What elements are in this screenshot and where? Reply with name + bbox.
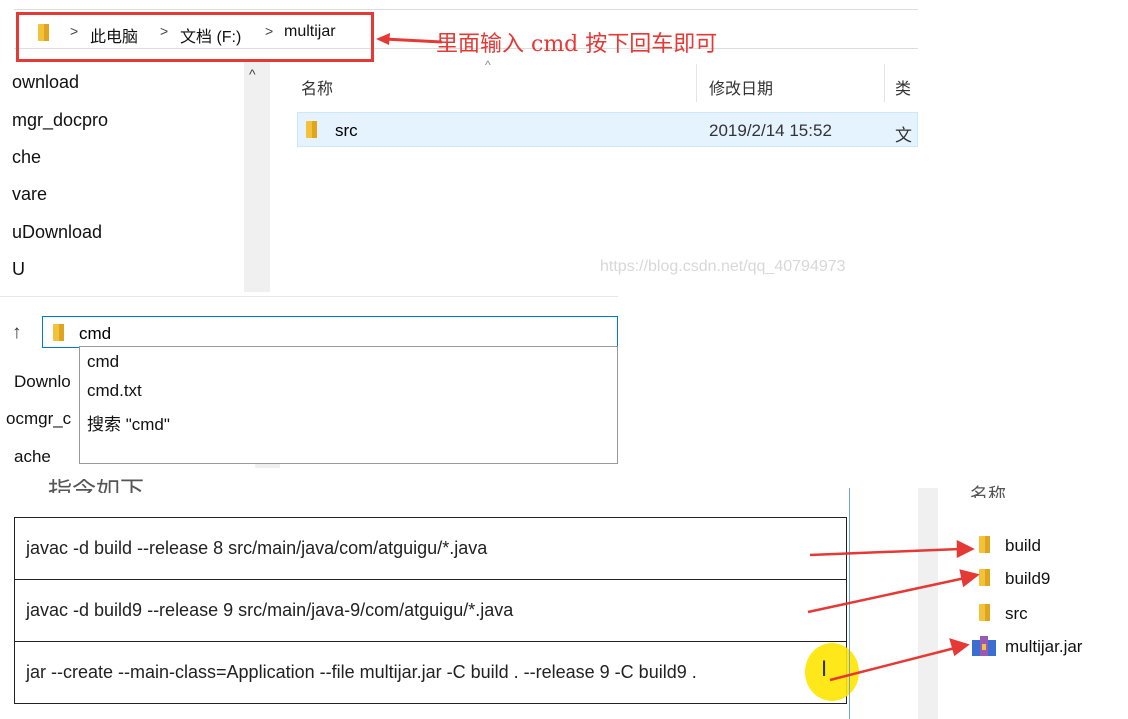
result-item-src[interactable]: src (1005, 604, 1028, 624)
result-item-build[interactable]: build (1005, 536, 1041, 556)
nav-item[interactable]: ache (14, 447, 51, 467)
column-divider (696, 64, 697, 102)
nav-item[interactable]: ocmgr_c (6, 409, 71, 429)
nav-item[interactable]: uDownload (12, 222, 102, 243)
command-line: jar --create --main-class=Application --… (26, 662, 697, 682)
folder-icon (53, 324, 64, 341)
result-item-multijar[interactable]: multijar.jar (1005, 637, 1082, 657)
column-divider (884, 64, 885, 102)
folder-icon (979, 536, 990, 553)
result-arrows (807, 539, 980, 682)
suggestion-item[interactable]: cmd.txt (87, 381, 142, 401)
suggestion-item[interactable]: 搜索 "cmd" (87, 410, 170, 435)
folder-icon (306, 121, 317, 138)
nav-item[interactable]: Downlo (14, 372, 71, 392)
result-column-header[interactable]: 名称 (970, 484, 1006, 498)
nav-item[interactable]: U (12, 259, 25, 280)
nav-item[interactable]: mgr_docpro (12, 110, 108, 131)
sort-up-icon: ^ (485, 58, 491, 72)
annotation-text: 里面输入 cmd 按下回车即可 (436, 32, 718, 57)
nav-item[interactable]: ownload (12, 72, 79, 93)
column-header-modified[interactable]: 修改日期 (709, 75, 773, 99)
command-line: javac -d build9 --release 9 src/main/jav… (26, 600, 514, 620)
column-header-type[interactable]: 类 (895, 75, 911, 99)
nav-pane (0, 62, 270, 292)
watermark: https://blog.csdn.net/qq_40794973 (600, 258, 846, 275)
up-arrow-icon[interactable]: ↑ (12, 322, 22, 344)
folder-icon (979, 604, 990, 621)
folder-icon (979, 569, 990, 586)
address-input[interactable] (42, 316, 618, 348)
address-input-value[interactable]: cmd (79, 324, 111, 344)
suggestion-item[interactable]: cmd (87, 352, 119, 372)
command-line: javac -d build --release 8 src/main/java… (26, 538, 488, 558)
autocomplete-dropdown (79, 346, 618, 464)
nav-item[interactable]: vare (12, 184, 47, 205)
file-modified: 2019/2/14 15:52 (709, 121, 832, 140)
column-header-name[interactable]: 名称 (301, 75, 333, 99)
partial-heading: 指令如下 (48, 479, 144, 493)
toolbar-separator (0, 296, 618, 297)
file-name: src (335, 121, 358, 140)
file-type: 文 (895, 126, 912, 145)
nav-item[interactable]: che (12, 147, 41, 168)
result-item-build9[interactable]: build9 (1005, 569, 1050, 589)
annotation-arrow (376, 33, 443, 45)
highlight-box (16, 12, 374, 62)
nav-scrollbar[interactable] (244, 62, 270, 292)
scroll-up-icon[interactable]: ^ (249, 66, 256, 82)
